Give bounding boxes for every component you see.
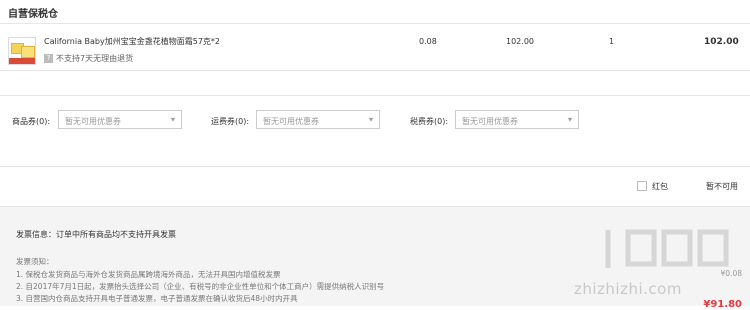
product-total: 102.00 xyxy=(704,37,739,47)
coupon-section: 商品券(0): 暂无可用优惠券 ▾ 运费券(0): 暂无可用优惠券 ▾ 税费券(… xyxy=(0,95,750,167)
goods-coupon-label: 商品券(0): xyxy=(12,117,51,126)
invoice-info: 发票信息：订单中所有商品均不支持开具发票 xyxy=(16,230,176,239)
hongbao-checkbox[interactable] xyxy=(637,181,647,191)
invoice-note: 2. 自2017年7月1日起，发票抬头选择公司（企业、有税号的非企业性单位和个体… xyxy=(16,282,385,291)
hongbao-value: 暂不可用 xyxy=(706,182,738,191)
product-thumbnail[interactable] xyxy=(8,37,36,65)
chevron-down-icon: ▾ xyxy=(567,115,572,124)
product-tax: 0.08 xyxy=(419,37,437,46)
invoice-note: 1. 保税仓发货商品与海外仓发货商品属跨境海外商品，无法开具国内增值税发票 xyxy=(16,270,281,279)
tax-coupon-label: 税费券(0): xyxy=(410,117,449,126)
chevron-down-icon: ▾ xyxy=(170,115,175,124)
shipping-coupon-label: 运费券(0): xyxy=(211,117,250,126)
shipping-coupon-select[interactable]: 暂无可用优惠券 ▾ xyxy=(256,110,380,129)
invoice-note: 3. 自营国内仓商品支持开具电子普通发票，电子普通发票在确认收货后48小时内开具 xyxy=(16,294,298,303)
tax-coupon-select[interactable]: 暂无可用优惠券 ▾ xyxy=(455,110,579,129)
invoice-notes-title: 发票须知： xyxy=(16,257,54,266)
no-return-notice: ? 不支持7天无理由退货 xyxy=(44,53,133,64)
product-price: 102.00 xyxy=(506,37,534,46)
chevron-down-icon: ▾ xyxy=(368,115,373,124)
hongbao-label: 红包 xyxy=(652,182,668,191)
shipping-coupon-placeholder: 暂无可用优惠券 xyxy=(263,117,319,126)
watermark-logo xyxy=(605,229,729,268)
product-row: California Baby加州宝宝金盏花植物面霜57克*2 ? 不支持7天无理… xyxy=(0,23,750,71)
pay-amount: ¥91.80 xyxy=(703,299,742,310)
hongbao-row: 红包 暂不可用 xyxy=(0,165,750,207)
goods-coupon-select[interactable]: 暂无可用优惠券 ▾ xyxy=(58,110,182,129)
product-name[interactable]: California Baby加州宝宝金盏花植物面霜57克*2 xyxy=(44,36,220,47)
product-quantity: 1 xyxy=(609,37,615,46)
no-return-text: 不支持7天无理由退货 xyxy=(56,54,134,63)
question-icon: ? xyxy=(44,54,53,63)
watermark-url: zhizhizhi.com xyxy=(574,280,682,298)
section-title: 自营保税仓 xyxy=(8,9,58,20)
goods-coupon-placeholder: 暂无可用优惠券 xyxy=(65,117,121,126)
tax-coupon-placeholder: 暂无可用优惠券 xyxy=(462,117,518,126)
